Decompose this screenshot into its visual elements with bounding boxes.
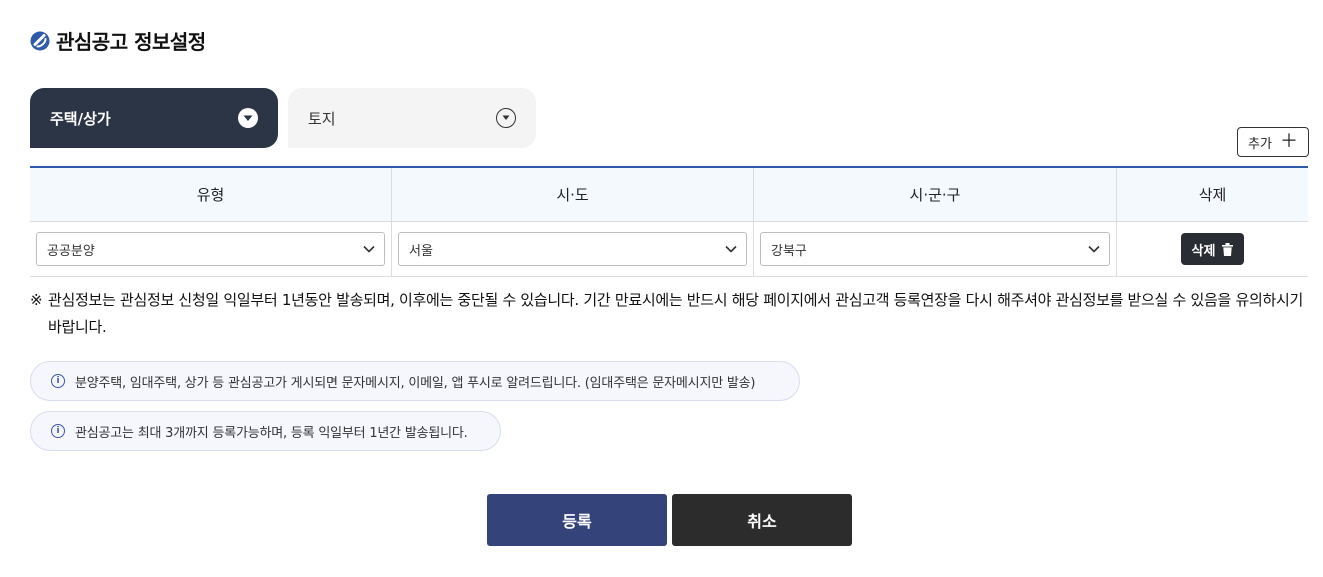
info-icon: i — [51, 374, 65, 388]
chevron-down-circle-icon — [496, 108, 516, 128]
notice: ※ 관심정보는 관심정보 신청일 익일부터 1년동안 발송되며, 이후에는 중단… — [30, 287, 1308, 341]
sido-select[interactable]: 서울 — [398, 232, 747, 266]
cell-sigungu: 강북구 — [754, 222, 1117, 276]
add-button-label: 추가 — [1248, 136, 1272, 152]
info-pill: i 관심공고는 최대 3개까지 등록가능하며, 등록 익일부터 1년간 발송됩니… — [30, 411, 501, 451]
sigungu-select[interactable]: 강북구 — [760, 232, 1110, 266]
notice-text: 관심정보는 관심정보 신청일 익일부터 1년동안 발송되며, 이후에는 중단될 … — [48, 291, 1303, 336]
tab-housing-commercial[interactable]: 주택/상가 — [30, 88, 278, 148]
delete-button[interactable]: 삭제 — [1180, 233, 1245, 265]
header-type: 유형 — [30, 168, 392, 221]
tab-label: 주택/상가 — [50, 109, 111, 128]
table-header: 유형 시·도 시·군·구 삭제 — [30, 168, 1308, 222]
info-icon: i — [51, 424, 65, 438]
header-sido: 시·도 — [392, 168, 754, 221]
sido-select-value: 서울 — [409, 243, 433, 259]
interest-table: 유형 시·도 시·군·구 삭제 공공분양 서울 강북구 삭제 — [30, 166, 1308, 277]
chevron-down-circle-icon — [238, 108, 258, 128]
tab-land[interactable]: 토지 — [288, 88, 536, 148]
delete-button-label: 삭제 — [1191, 243, 1216, 259]
title-logo-icon — [30, 31, 50, 50]
tab-label: 토지 — [308, 109, 336, 128]
header-sigungu: 시·군·구 — [754, 168, 1117, 221]
info-text: 관심공고는 최대 3개까지 등록가능하며, 등록 익일부터 1년간 발송됩니다. — [75, 425, 468, 441]
type-select[interactable]: 공공분양 — [36, 232, 385, 266]
trash-icon — [1222, 242, 1234, 256]
type-select-value: 공공분양 — [47, 243, 95, 259]
sigungu-select-value: 강북구 — [771, 243, 807, 259]
cell-sido: 서울 — [392, 222, 754, 276]
info-pill: i 분양주택, 임대주택, 상가 등 관심공고가 게시되면 문자메시지, 이메일… — [30, 361, 800, 401]
cancel-button[interactable]: 취소 — [672, 494, 852, 546]
submit-button[interactable]: 등록 — [487, 494, 667, 546]
cell-delete: 삭제 — [1117, 222, 1308, 276]
add-button[interactable]: 추가 ＋ — [1237, 127, 1309, 157]
category-tabs: 주택/상가 토지 — [30, 88, 536, 148]
plus-icon: ＋ — [1279, 131, 1298, 152]
chevron-down-icon — [363, 245, 375, 253]
info-text: 분양주택, 임대주택, 상가 등 관심공고가 게시되면 문자메시지, 이메일, … — [75, 375, 756, 391]
page-header: 관심공고 정보설정 — [30, 26, 206, 55]
chevron-down-icon — [725, 245, 737, 253]
cell-type: 공공분양 — [30, 222, 392, 276]
page-title: 관심공고 정보설정 — [56, 30, 206, 54]
notice-mark: ※ — [30, 291, 43, 309]
table-row: 공공분양 서울 강북구 삭제 — [30, 222, 1308, 277]
header-delete: 삭제 — [1198, 186, 1227, 204]
chevron-down-icon — [1088, 245, 1100, 253]
